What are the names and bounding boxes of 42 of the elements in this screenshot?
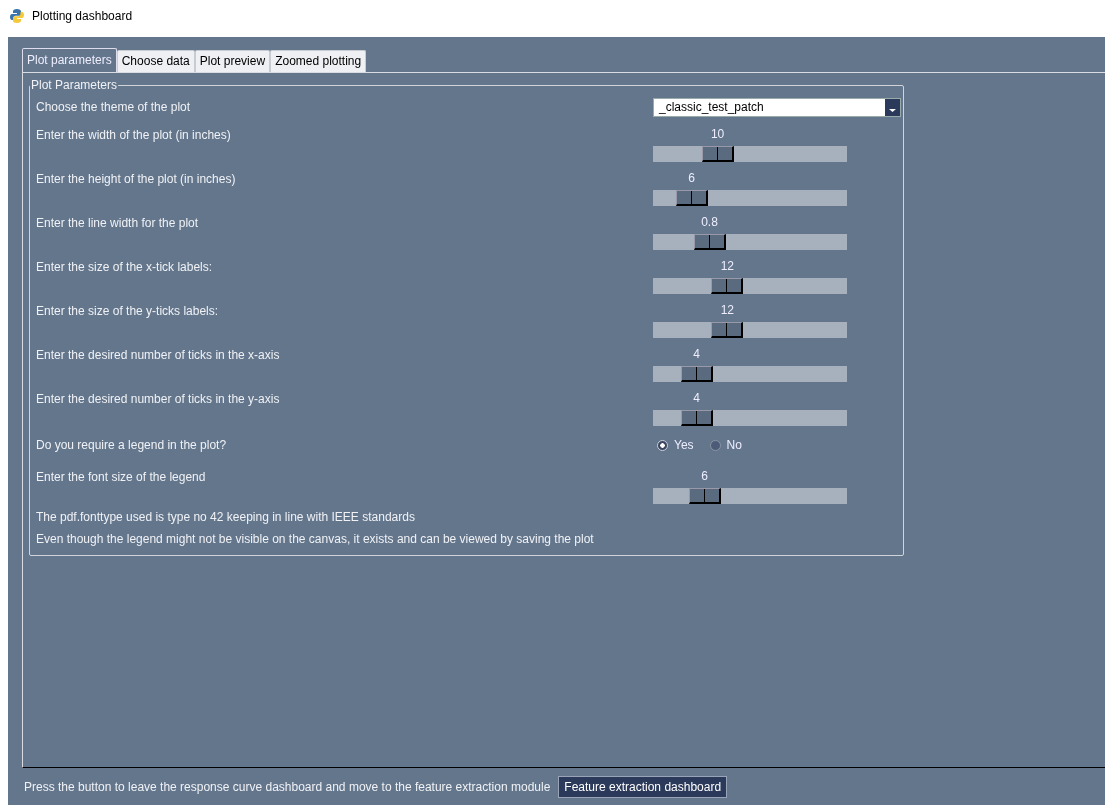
field-label: Enter the width of the plot (in inches) (36, 127, 232, 142)
radio-label: Yes (674, 438, 694, 452)
field-label: Enter the height of the plot (in inches) (36, 171, 237, 186)
tab[interactable]: Choose data (116, 50, 195, 72)
slider-value: 12 (720, 259, 734, 273)
feature-extraction-button[interactable]: Feature extraction dashboard (558, 775, 728, 798)
field-label: Even though the legend might not be visible on the canvas, it exists and can be viewed by saving the plot (36, 532, 595, 546)
slider-handle[interactable] (680, 366, 713, 382)
radio-button[interactable] (657, 439, 668, 451)
field-label: Do you require a legend in the plot? (36, 438, 228, 452)
radio-label: No (726, 438, 742, 452)
slider-value: 10 (710, 127, 725, 141)
theme-dropdown[interactable]: _classic_test_patch (653, 97, 901, 117)
slider-handle[interactable] (680, 410, 713, 426)
window-title: Plotting dashboard (32, 8, 133, 23)
python-logo-icon (9, 7, 25, 24)
slider-handle[interactable] (711, 322, 744, 338)
tab[interactable]: Plot preview (194, 50, 271, 72)
field-label: Enter the font size of the legend (36, 469, 207, 484)
slider-value: 4 (693, 347, 700, 361)
slider-handle[interactable] (693, 234, 726, 250)
tab[interactable]: Plot parameters (22, 48, 117, 72)
slider-value: 6 (688, 171, 695, 185)
slider-handle[interactable] (701, 146, 734, 162)
panel-title: Plot Parameters (30, 78, 119, 92)
field-label: The pdf.fonttype used is type no 42 keeping in line with IEEE standards (36, 510, 416, 524)
slider-handle[interactable] (675, 190, 708, 206)
field-label: Enter the size of the y-ticks labels: (36, 303, 220, 318)
field-label: Choose the theme of the plot (36, 100, 192, 114)
radio-button[interactable] (709, 439, 721, 451)
field-label: Enter the desired number of ticks in the x-axis (36, 347, 281, 362)
field-label: Enter the line width for the plot (36, 215, 200, 230)
field-label: Enter the desired number of ticks in the y-axis (36, 391, 281, 406)
tab[interactable]: Zoomed plotting (270, 50, 367, 72)
slider-handle[interactable] (688, 488, 721, 504)
slider-value: 4 (693, 391, 700, 405)
footer-text: Press the button to leave the response curve dashboard and move to the feature extraction module (24, 779, 551, 794)
slider-value: 12 (720, 303, 734, 317)
slider-value: 6 (701, 469, 708, 483)
slider-value: 0.8 (701, 215, 718, 229)
slider-handle[interactable] (711, 278, 744, 294)
field-label: Enter the size of the x-tick labels: (36, 259, 214, 274)
